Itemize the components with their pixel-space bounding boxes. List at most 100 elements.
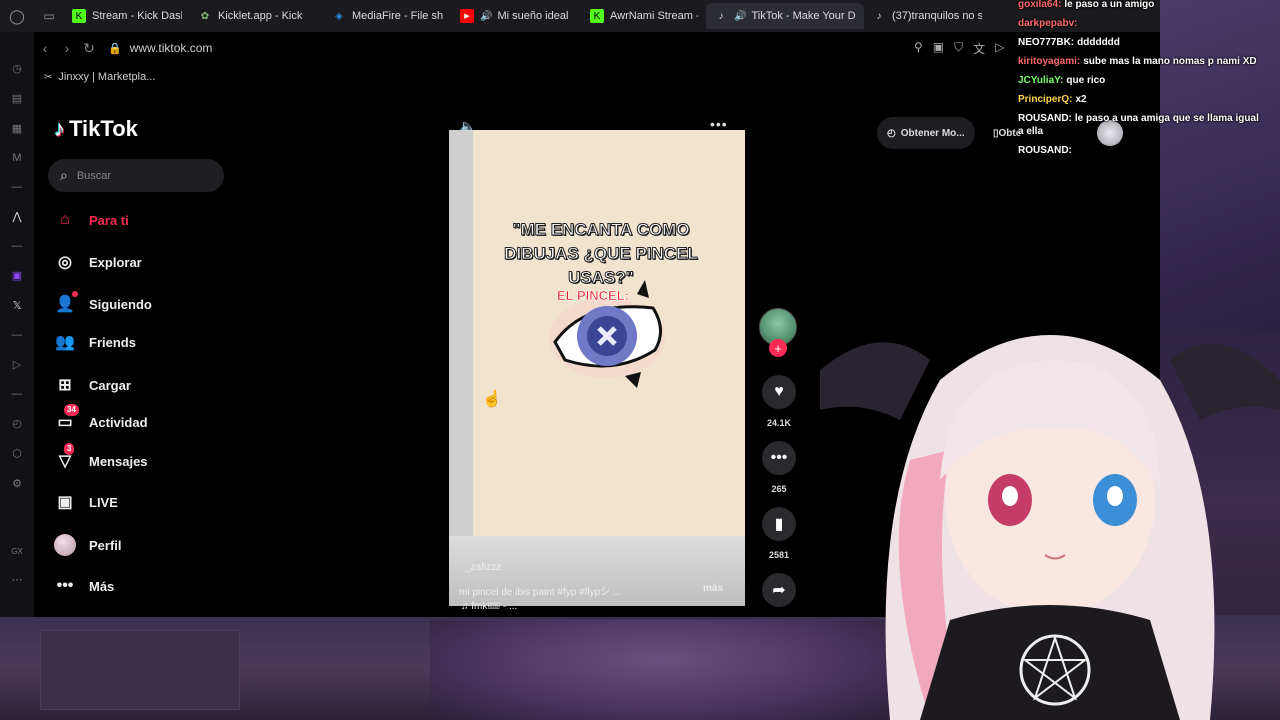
back-icon[interactable]: ‹ (34, 40, 56, 56)
video-author[interactable]: _zafizzz (465, 562, 501, 573)
more-button[interactable]: más (703, 583, 723, 594)
chat-message: PrinciperQ: x2 (1018, 94, 1087, 105)
gx-icon[interactable]: GX (7, 547, 27, 556)
heart-icon[interactable]: ♥ (762, 375, 796, 409)
compass-icon: ◎ (58, 254, 72, 271)
browser-sidebar: ◷ ▤ ▦ M — ⋀ — ▣ 𝕏 — ▷ — ◴ ⬡ ⚙ GX ⋯ (0, 32, 34, 617)
pin-icon[interactable]: ⚲ (914, 40, 923, 57)
profile-avatar (54, 534, 76, 556)
nav-siguiendo[interactable]: 👤 Siguiendo (54, 291, 152, 316)
video-letterbox (449, 130, 473, 536)
app-icon: ◴ (887, 127, 896, 139)
extensions-icon[interactable]: ⬡ (7, 447, 27, 460)
chat-message: darkpepabv: (1018, 18, 1078, 29)
nav-perfil[interactable]: Perfil (54, 533, 122, 557)
tiktok-icon: ♪ (876, 10, 882, 22)
tab-1[interactable]: ✿ Kicklet.app - Kick (190, 3, 324, 29)
search-input[interactable]: ⌕ Buscar (48, 159, 224, 192)
tab-5[interactable]: ♪ 🔊 TikTok - Make Your D (706, 3, 864, 29)
settings-icon[interactable]: ⚙ (7, 477, 27, 490)
jinxxy-icon: ✂ (44, 71, 53, 83)
clock-icon[interactable]: ◴ (7, 417, 27, 430)
nav-live[interactable]: ▣ LIVE (54, 490, 117, 514)
more-icon: ••• (56, 577, 74, 594)
nav-mas[interactable]: ••• Más (54, 574, 115, 598)
friends-icon: 👥 (55, 334, 75, 351)
comment-action[interactable]: ••• 265 (762, 441, 796, 494)
tiktok-icon: ♪ (718, 10, 724, 22)
tab-strip: ◯ ▭ K Stream - Kick Dash ✿ Kicklet.app - K… (0, 0, 1160, 32)
address-actions: ⚲ ▣ ⛉ 文 ▷ (914, 40, 1004, 57)
comment-icon[interactable]: ••• (762, 441, 796, 475)
messages-badge: 3 (64, 443, 75, 455)
kick-icon: K (72, 9, 86, 23)
snapshot-icon[interactable]: ▣ (933, 40, 944, 57)
bookmarks-bar: ✂ Jinxxy | Marketpla... (34, 66, 1160, 88)
tiktok-note-icon: ♪ (54, 116, 65, 141)
profile-avatar-image (54, 534, 76, 556)
mail-icon[interactable]: M (7, 152, 27, 164)
kick-icon: K (590, 9, 604, 23)
chat-message: ROUSAND: (1018, 145, 1072, 156)
divider-icon: — (11, 329, 23, 341)
nav-friends[interactable]: 👥 Friends (54, 330, 136, 354)
tab-6[interactable]: ♪ (37)tranquilos no s (864, 3, 990, 29)
history-icon[interactable]: ◷ (7, 62, 27, 75)
more-dots-icon[interactable]: ⋯ (7, 573, 27, 586)
address-bar: ‹ › ↻ 🔒 www.tiktok.com ⚲ ▣ ⛉ 文 ▷ (34, 34, 1160, 62)
follow-plus-icon[interactable]: + (769, 339, 787, 357)
video-player[interactable]: "ME ENCANTA COMO DIBUJAS ¿QUE PINCEL USA… (449, 130, 745, 612)
share-icon[interactable]: ➦ (762, 573, 796, 607)
tab-overview-icon[interactable]: ▭ (34, 0, 64, 32)
messages-icon: ▽ 3 (54, 443, 76, 472)
speaker-icon[interactable]: 🔊 (480, 11, 492, 22)
aria-icon[interactable]: ⋀ (7, 210, 27, 223)
nav-para-ti[interactable]: ⌂ Para ti (54, 208, 129, 232)
kicklet-icon: ✿ (200, 10, 210, 22)
lock-icon: 🔒 (108, 42, 122, 55)
get-app-button[interactable]: ◴ Obtener Mo... (877, 117, 975, 149)
tab-3[interactable]: ▶ 🔊 Mi sueño ideal (452, 3, 582, 29)
home-icon: ⌂ (60, 211, 70, 228)
following-icon: 👤 (54, 291, 78, 315)
tab-0[interactable]: K Stream - Kick Dash (64, 3, 190, 29)
video-music[interactable]: ♫ fmk🎟 - ... (461, 601, 517, 612)
nav-cargar[interactable]: ⊞ Cargar (54, 373, 131, 397)
search-icon: ⌕ (60, 167, 68, 183)
notes-icon[interactable]: ▦ (7, 122, 27, 135)
forward-icon[interactable]: › (56, 40, 78, 56)
tiktok-logo[interactable]: ♪ TikTok (54, 116, 138, 142)
save-action[interactable]: ▮ 2581 (762, 507, 796, 560)
player-icon[interactable]: ▷ (7, 358, 27, 371)
vtuber-avatar (820, 335, 1280, 720)
x-icon[interactable]: 𝕏 (7, 299, 27, 312)
upload-icon: ⊞ (58, 377, 72, 394)
share-action[interactable]: ➦ (762, 573, 796, 607)
divider-icon: — (11, 181, 23, 193)
like-action[interactable]: ♥ 24.1K (762, 375, 796, 428)
nav-mensajes[interactable]: ▽ 3 Mensajes (54, 443, 148, 473)
stream-chat: goxila64: le paso a un amigo darkpepabv: … (1018, 0, 1263, 163)
opera-logo-icon[interactable]: ◯ (0, 0, 34, 32)
reload-icon[interactable]: ↻ (78, 40, 100, 57)
tab-2[interactable]: ◈ MediaFire - File sh (324, 3, 452, 29)
speaker-icon[interactable]: 🔊 (734, 11, 746, 22)
divider-icon: — (11, 388, 23, 400)
url-field[interactable]: 🔒 www.tiktok.com (108, 41, 212, 55)
twitch-icon[interactable]: ▣ (7, 269, 27, 282)
mediafire-icon: ◈ (335, 10, 343, 22)
send-icon[interactable]: ▷ (995, 40, 1004, 57)
shield-icon[interactable]: ⛉ (954, 40, 963, 57)
bookmark-icon[interactable]: ▮ (762, 507, 796, 541)
divider-icon: — (11, 240, 23, 252)
wallet-icon[interactable]: ▤ (7, 92, 27, 105)
nav-actividad[interactable]: ▭ 34 Actividad (54, 404, 148, 434)
video-caption: mi pincel de ibis paint #fyp #flypシ ... m… (459, 583, 723, 598)
bookmark-jinxxy[interactable]: Jinxxy | Marketpla... (58, 71, 155, 83)
activity-badge: 34 (64, 404, 79, 416)
tab-4[interactable]: K AwrNami Stream - (582, 3, 706, 29)
chat-message: JCYuliaY: que rico (1018, 75, 1106, 86)
chat-message: NEO777BK: ddddddd (1018, 37, 1120, 48)
nav-explorar[interactable]: ◎ Explorar (54, 250, 142, 274)
translate-icon[interactable]: 文 (973, 40, 985, 57)
